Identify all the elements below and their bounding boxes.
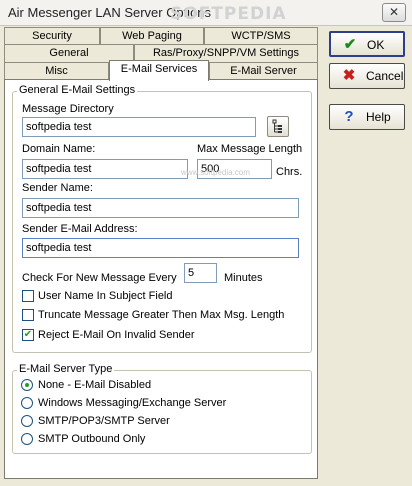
help-button[interactable]: ? Help: [329, 104, 405, 130]
radio-smtp-outbound[interactable]: [21, 433, 33, 445]
cancel-label: Cancel: [366, 69, 404, 83]
radio-label: SMTP Outbound Only: [38, 433, 146, 445]
tab-label: General: [49, 47, 89, 59]
tab-label: Misc: [45, 65, 68, 77]
question-icon: ?: [344, 108, 354, 125]
browse-folder-button[interactable]: [267, 116, 289, 137]
check-interval-input[interactable]: 5: [184, 263, 217, 283]
sender-email-input[interactable]: softpedia test: [22, 238, 299, 258]
sender-email-label: Sender E-Mail Address:: [22, 223, 138, 235]
radio-label: None - E-Mail Disabled: [38, 379, 152, 391]
group-label-server-type: E-Mail Server Type: [17, 363, 115, 375]
max-message-length-label: Max Message Length: [197, 143, 303, 155]
radio-label: SMTP/POP3/SMTP Server: [38, 415, 170, 427]
truncate-message-label: Truncate Message Greater Then Max Msg. L…: [38, 309, 285, 321]
tab-email-services[interactable]: E-Mail Services: [109, 60, 209, 81]
ok-label: OK: [367, 38, 385, 52]
group-label-general: General E-Mail Settings: [17, 84, 138, 96]
radio-selected-dot: [25, 383, 29, 387]
chars-unit-label: Chrs.: [276, 166, 303, 178]
tab-security[interactable]: Security: [4, 27, 100, 45]
tab-wctp-sms[interactable]: WCTP/SMS: [204, 27, 318, 45]
watermark-url: www.softpedia.com: [181, 168, 250, 177]
radio-none-email-disabled[interactable]: [21, 379, 33, 391]
radio-smtp-pop3[interactable]: [21, 415, 33, 427]
check-every-label: Check For New Message Every: [22, 272, 177, 284]
email-services-panel: www.softpedia.com General E-Mail Setting…: [4, 79, 318, 479]
tab-label: Ras/Proxy/SNPP/VM Settings: [152, 47, 300, 59]
tab-web-paging[interactable]: Web Paging: [100, 27, 204, 45]
checkmark-icon: ✔: [343, 36, 357, 53]
reject-invalid-sender-label: Reject E-Mail On Invalid Sender: [38, 329, 195, 341]
user-name-subject-label: User Name In Subject Field: [38, 290, 173, 302]
sender-name-input[interactable]: softpedia test: [22, 198, 299, 218]
reject-invalid-sender-checkbox[interactable]: ✔: [22, 329, 34, 341]
user-name-subject-checkbox[interactable]: [22, 290, 34, 302]
cancel-button[interactable]: ✖ Cancel: [329, 63, 405, 89]
close-button[interactable]: ✕: [382, 3, 406, 22]
tab-email-server[interactable]: E-Mail Server: [209, 62, 318, 80]
title-bar: Air Messenger LAN Server Options SOFTPED…: [0, 0, 412, 26]
tab-label: E-Mail Server: [230, 65, 297, 77]
x-icon: ✖: [342, 67, 356, 84]
close-icon: ✕: [388, 5, 400, 19]
message-directory-input[interactable]: softpedia test: [22, 117, 256, 137]
domain-name-input[interactable]: softpedia test: [22, 159, 188, 179]
ok-button[interactable]: ✔ OK: [329, 31, 405, 57]
checkmark-icon: ✔: [23, 329, 33, 340]
tab-label: Web Paging: [122, 30, 182, 42]
minutes-unit-label: Minutes: [224, 272, 263, 284]
radio-label: Windows Messaging/Exchange Server: [38, 397, 227, 409]
truncate-message-checkbox[interactable]: [22, 309, 34, 321]
tab-misc[interactable]: Misc: [4, 62, 109, 80]
sender-name-label: Sender Name:: [22, 182, 93, 194]
domain-name-label: Domain Name:: [22, 143, 96, 155]
radio-windows-messaging[interactable]: [21, 397, 33, 409]
message-directory-label: Message Directory: [22, 103, 114, 115]
tab-label: Security: [32, 30, 72, 42]
help-label: Help: [366, 110, 391, 124]
tab-label: E-Mail Services: [120, 63, 198, 75]
watermark: SOFTPEDIA: [170, 4, 287, 24]
tab-label: WCTP/SMS: [231, 30, 291, 42]
folder-tree-icon: [272, 119, 282, 133]
